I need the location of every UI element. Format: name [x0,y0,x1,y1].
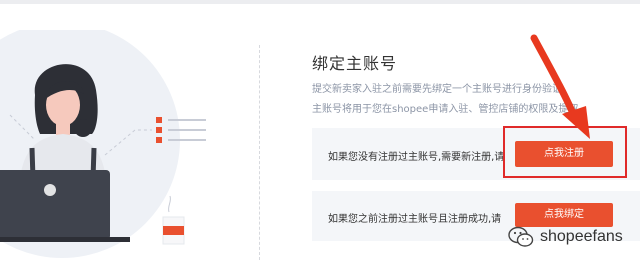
watermark: shopeefans [508,224,623,250]
description-line-2: 主账号将用于您在shopee申请入驻、管控店铺的权限及提取 [312,104,579,115]
watermark-text: shopeefans [540,228,623,245]
vertical-divider [259,45,261,260]
cup-icon [162,195,185,245]
description-line-1: 提交新卖家入驻之前需要先绑定一个主账号进行身份验证, [312,84,566,95]
top-bar [0,0,640,4]
register-option-text: 如果您没有注册过主账号,需要新注册,请 [328,152,505,163]
highlight-box [503,126,627,178]
seller-illustration [0,30,206,258]
bind-option-text: 如果您之前注册过主账号且注册成功,请 [328,214,502,225]
section-description: 提交新卖家入驻之前需要先绑定一个主账号进行身份验证, 主账号将用于您在shope… [312,80,640,120]
wechat-icon [508,226,534,247]
page-title: 绑定主账号 [312,54,398,73]
